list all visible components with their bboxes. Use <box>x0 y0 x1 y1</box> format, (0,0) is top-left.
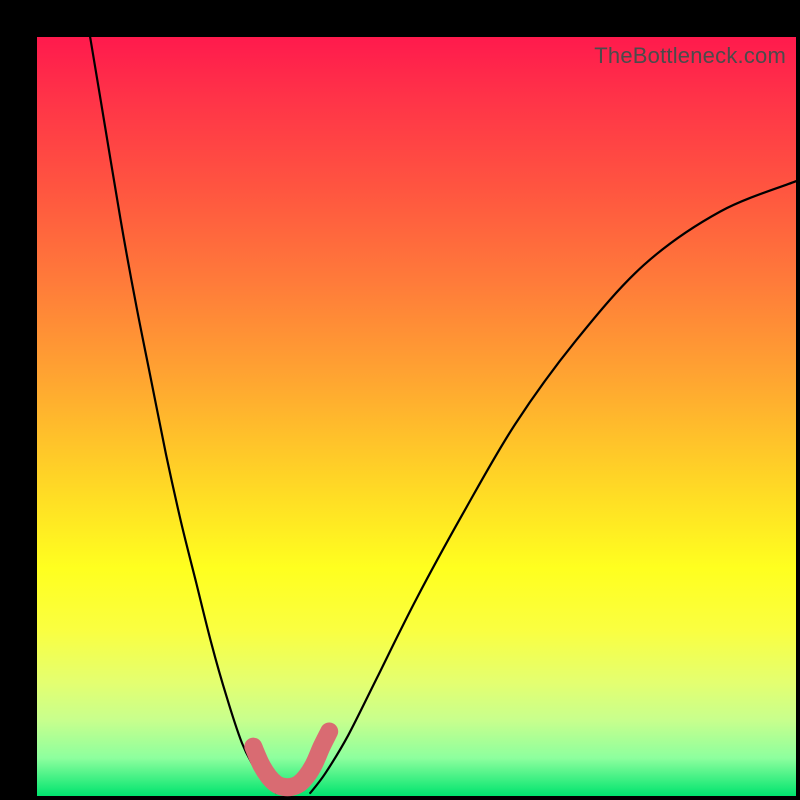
plot-area: TheBottleneck.com <box>37 37 796 796</box>
left-curve <box>90 37 276 793</box>
bottom-u-marker <box>253 732 329 788</box>
chart-frame: TheBottleneck.com <box>0 0 800 800</box>
curve-layer <box>37 37 796 796</box>
right-curve <box>310 181 796 793</box>
